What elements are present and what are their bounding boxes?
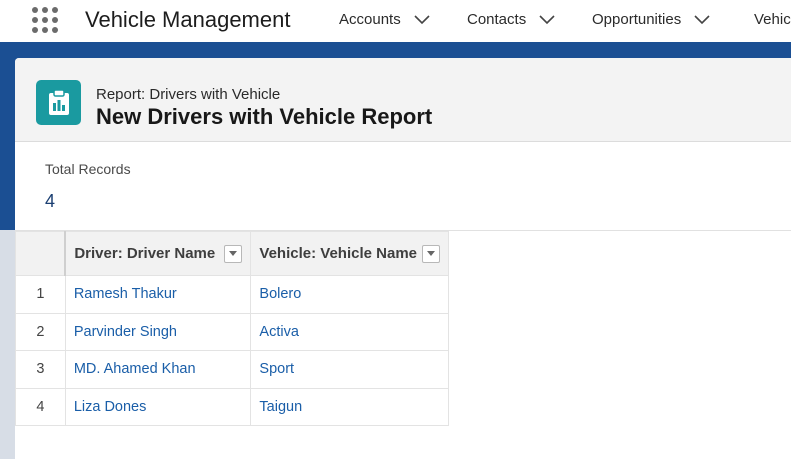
page-title: New Drivers with Vehicle Report — [96, 104, 433, 129]
table-header-row: Driver: Driver Name Vehicle: Vehicle Nam… — [15, 231, 449, 276]
vehicle-name-link[interactable]: Activa — [250, 312, 449, 351]
table-row: 4 Liza Dones Taigun — [15, 387, 449, 426]
column-header-driver-name[interactable]: Driver: Driver Name — [64, 231, 252, 276]
report-header: Report: Drivers with Vehicle New Drivers… — [15, 58, 791, 142]
column-header-label: Vehicle: Vehicle Name — [259, 245, 417, 262]
total-records-label: Total Records — [45, 161, 131, 177]
nav-item-accounts[interactable]: Accounts — [339, 11, 430, 28]
caret-down-icon — [427, 251, 435, 256]
nav-item-label: Contacts — [467, 11, 527, 28]
row-number: 2 — [15, 312, 66, 351]
nav-item-vehicles[interactable]: Vehic — [754, 11, 791, 28]
column-header-label: Driver: Driver Name — [74, 245, 216, 262]
row-number: 3 — [15, 350, 66, 389]
caret-down-icon — [229, 251, 238, 256]
column-menu-button[interactable] — [224, 244, 243, 263]
table-row: 2 Parvinder Singh Activa — [15, 312, 449, 351]
vehicle-name-link[interactable]: Bolero — [250, 275, 449, 314]
report-type-label: Report: Drivers with Vehicle — [96, 86, 281, 103]
table-row: 1 Ramesh Thakur Bolero — [15, 275, 449, 314]
row-number-header — [15, 231, 67, 276]
table-row: 3 MD. Ahamed Khan Sport — [15, 350, 449, 389]
app-name: Vehicle Management — [85, 7, 291, 32]
chevron-down-icon[interactable] — [694, 14, 710, 25]
nav-item-label: Accounts — [339, 11, 401, 28]
driver-name-link[interactable]: Parvinder Singh — [64, 312, 252, 351]
vehicle-name-link[interactable]: Taigun — [250, 387, 449, 426]
total-records-value: 4 — [45, 191, 56, 211]
report-table: Driver: Driver Name Vehicle: Vehicle Nam… — [15, 231, 449, 426]
app-launcher-icon[interactable] — [31, 6, 59, 34]
page-gutter — [0, 230, 15, 459]
row-number: 4 — [15, 387, 66, 426]
column-menu-button[interactable] — [422, 244, 440, 263]
nav-item-label: Opportunities — [592, 11, 682, 28]
nav-item-contacts[interactable]: Contacts — [467, 11, 555, 28]
report-icon — [36, 80, 81, 125]
column-header-vehicle-name[interactable]: Vehicle: Vehicle Name — [250, 231, 449, 276]
driver-name-link[interactable]: Ramesh Thakur — [64, 275, 252, 314]
top-navigation: Vehicle Management Accounts Contacts Opp… — [0, 0, 791, 42]
driver-name-link[interactable]: MD. Ahamed Khan — [64, 350, 252, 389]
report-card: Report: Drivers with Vehicle New Drivers… — [15, 58, 791, 459]
nav-item-opportunities[interactable]: Opportunities — [592, 11, 710, 28]
row-number: 1 — [15, 275, 66, 314]
driver-name-link[interactable]: Liza Dones — [64, 387, 252, 426]
chevron-down-icon[interactable] — [414, 14, 430, 25]
chevron-down-icon[interactable] — [539, 14, 555, 25]
nav-item-label: Vehic — [754, 11, 791, 28]
vehicle-name-link[interactable]: Sport — [250, 350, 449, 389]
